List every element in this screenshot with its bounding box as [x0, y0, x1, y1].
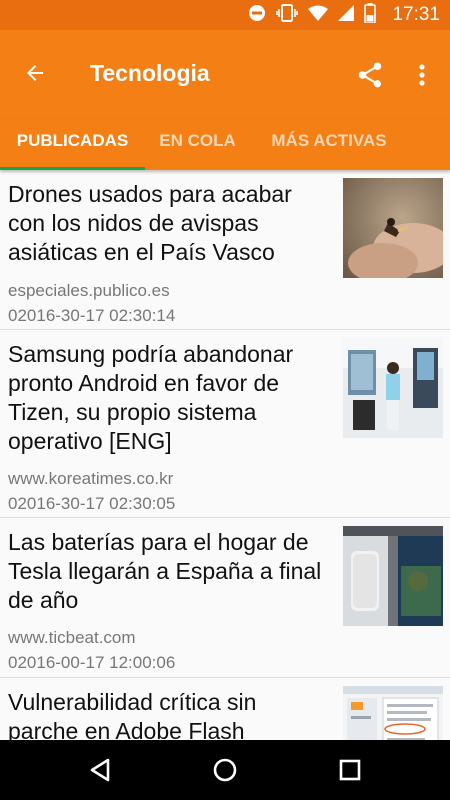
share-icon [355, 62, 385, 94]
vibrate-icon [276, 3, 299, 27]
arrow-back-icon [23, 61, 47, 90]
status-icons: 17:31 [248, 0, 440, 30]
article-date: 02016-30-17 02:30:05 [8, 494, 176, 513]
list-item[interactable]: Samsung podría abandonar pronto Android … [0, 330, 450, 518]
nav-back-button[interactable] [85, 755, 115, 785]
list-item[interactable]: Vulnerabilidad crítica sin parche en Ado… [0, 678, 450, 740]
tab-indicator [0, 167, 145, 170]
back-button[interactable] [20, 60, 50, 90]
article-title: Vulnerabilidad crítica sin parche en Ado… [8, 689, 257, 740]
article-source: especiales.publico.es [8, 281, 170, 300]
article-source: www.ticbeat.com [8, 628, 136, 647]
article-title: Samsung podría abandonar pronto Android … [8, 341, 294, 454]
tab-mas-activas[interactable]: MÁS ACTIVAS [255, 120, 403, 170]
article-thumbnail[interactable] [343, 178, 443, 278]
article-list: Drones usados para acabar con los nidos … [0, 170, 450, 740]
article-source: www.koreatimes.co.kr [8, 469, 174, 488]
status-bar: 17:31 [0, 0, 450, 30]
tab-publicadas[interactable]: PUBLICADAS [0, 120, 145, 170]
nav-home-icon [210, 758, 240, 789]
list-item[interactable]: Drones usados para acabar con los nidos … [0, 170, 450, 330]
article-title: Drones usados para acabar con los nidos … [8, 181, 292, 265]
share-button[interactable] [355, 60, 385, 90]
nav-recents-icon [335, 759, 365, 789]
article-date: 02016-00-17 12:00:06 [8, 653, 176, 672]
article-thumbnail[interactable] [343, 686, 443, 740]
article-thumbnail[interactable] [343, 526, 443, 626]
battery-icon [364, 2, 377, 28]
article-thumbnail[interactable] [343, 338, 443, 438]
article-title: Las baterías para el hogar de Tesla lleg… [8, 529, 322, 613]
tab-bar: PUBLICADAS EN COLA MÁS ACTIVAS [0, 120, 450, 170]
nav-home-button[interactable] [210, 755, 240, 785]
navigation-bar [0, 740, 450, 800]
wifi-icon [308, 5, 329, 26]
nav-recents-button[interactable] [335, 755, 365, 785]
list-item[interactable]: Las baterías para el hogar de Tesla lleg… [0, 518, 450, 678]
page-title: Tecnologia [90, 60, 210, 86]
more-vert-icon [410, 64, 434, 94]
status-time: 17:31 [392, 4, 440, 25]
article-date: 02016-30-17 02:30:14 [8, 306, 176, 325]
tab-en-cola[interactable]: EN COLA [145, 120, 250, 170]
signal-icon [338, 4, 355, 26]
do-not-disturb-icon [248, 4, 266, 27]
app-bar: Tecnologia [0, 30, 450, 120]
overflow-menu-button[interactable] [410, 60, 434, 90]
nav-back-icon [85, 758, 115, 789]
